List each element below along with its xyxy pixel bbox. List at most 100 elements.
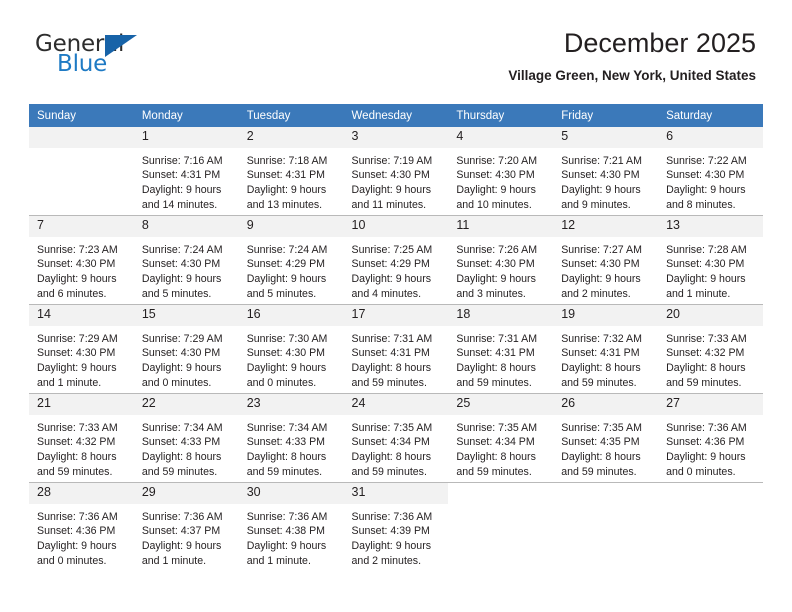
calendar-cell-day[interactable]: 17 Sunrise: 7:31 AM Sunset: 4:31 PM Dayligh… <box>343 304 449 394</box>
calendar-cell-day[interactable]: 10 Sunrise: 7:25 AM Sunset: 4:29 PM Dayligh… <box>343 215 449 305</box>
sunrise-text: Sunrise: 7:16 AM <box>141 154 223 167</box>
day-number: 11 <box>448 216 554 237</box>
daylight-text-line2: and 2 minutes. <box>561 287 631 300</box>
sunrise-text: Sunrise: 7:19 AM <box>351 154 433 167</box>
daylight-text-line2: and 2 minutes. <box>351 554 422 567</box>
sunrise-text: Sunrise: 7:32 AM <box>561 332 642 345</box>
calendar-cell-day[interactable]: 18 Sunrise: 7:31 AM Sunset: 4:31 PM Dayligh… <box>448 304 554 394</box>
sun-info: Sunrise: 7:20 AM Sunset: 4:30 PM Daylight:… <box>448 148 553 212</box>
calendar-cell-day[interactable]: 11 Sunrise: 7:26 AM Sunset: 4:30 PM Dayligh… <box>448 215 554 305</box>
daylight-text-line2: and 6 minutes. <box>37 287 107 300</box>
daylight-text-line1: Daylight: 9 hours <box>141 361 222 374</box>
sun-info: Sunrise: 7:29 AM Sunset: 4:30 PM Daylight:… <box>29 326 134 390</box>
sun-info: Sunrise: 7:33 AM Sunset: 4:32 PM Daylight:… <box>29 415 134 479</box>
calendar-cell-day[interactable]: 25 Sunrise: 7:35 AM Sunset: 4:34 PM Dayligh… <box>448 393 554 483</box>
sunrise-text: Sunrise: 7:31 AM <box>351 332 433 345</box>
calendar-cell-day[interactable]: 13 Sunrise: 7:28 AM Sunset: 4:30 PM Dayligh… <box>658 215 763 305</box>
calendar-cell-day[interactable]: 21 Sunrise: 7:33 AM Sunset: 4:32 PM Dayligh… <box>29 393 134 483</box>
sunrise-text: Sunrise: 7:26 AM <box>456 243 538 256</box>
sunset-text: Sunset: 4:37 PM <box>141 525 221 538</box>
calendar-cell-day[interactable]: 19 Sunrise: 7:32 AM Sunset: 4:31 PM Dayligh… <box>553 304 659 394</box>
daylight-text-line1: Daylight: 9 hours <box>456 272 536 285</box>
daylight-text-line1: Daylight: 9 hours <box>37 361 117 374</box>
calendar-cell-day[interactable]: 6 Sunrise: 7:22 AM Sunset: 4:30 PM Daylight… <box>658 127 763 216</box>
sunset-text: Sunset: 4:30 PM <box>666 169 745 182</box>
sunrise-text: Sunrise: 7:29 AM <box>37 332 118 345</box>
daylight-text-line1: Daylight: 8 hours <box>246 450 327 463</box>
daylight-text-line1: Daylight: 8 hours <box>561 361 641 374</box>
weekday-header-friday: Friday <box>553 104 659 127</box>
sunrise-text: Sunrise: 7:36 AM <box>666 421 747 434</box>
calendar-cell-day[interactable]: 23 Sunrise: 7:34 AM Sunset: 4:33 PM Dayligh… <box>238 393 344 483</box>
calendar-cell-day[interactable]: 7 Sunrise: 7:23 AM Sunset: 4:30 PM Daylight… <box>29 215 134 305</box>
sunrise-text: Sunrise: 7:33 AM <box>666 332 747 345</box>
calendar-cell-day[interactable]: 5 Sunrise: 7:21 AM Sunset: 4:30 PM Daylight… <box>553 127 659 216</box>
daylight-text-line2: and 59 minutes. <box>456 376 532 389</box>
sunset-text: Sunset: 4:30 PM <box>246 347 326 360</box>
daylight-text-line1: Daylight: 9 hours <box>351 272 432 285</box>
calendar-cell-day[interactable]: 22 Sunrise: 7:34 AM Sunset: 4:33 PM Dayligh… <box>133 393 239 483</box>
calendar-cell-day[interactable]: 9 Sunrise: 7:24 AM Sunset: 4:29 PM Daylight… <box>238 215 344 305</box>
calendar-cell-day[interactable]: 28 Sunrise: 7:36 AM Sunset: 4:36 PM Dayligh… <box>29 482 134 571</box>
daylight-text-line1: Daylight: 9 hours <box>246 183 327 196</box>
sunset-text: Sunset: 4:34 PM <box>456 436 535 449</box>
sunset-text: Sunset: 4:38 PM <box>246 525 326 538</box>
calendar-cell-day[interactable]: 15 Sunrise: 7:29 AM Sunset: 4:30 PM Dayligh… <box>133 304 239 394</box>
daylight-text-line1: Daylight: 9 hours <box>246 361 327 374</box>
sunset-text: Sunset: 4:29 PM <box>351 258 430 271</box>
calendar-cell-day[interactable]: 27 Sunrise: 7:36 AM Sunset: 4:36 PM Dayligh… <box>658 393 763 483</box>
weekday-header-sunday: Sunday <box>29 104 134 127</box>
calendar-cell-day[interactable]: 1 Sunrise: 7:16 AM Sunset: 4:31 PM Daylight… <box>133 127 239 216</box>
sunset-text: Sunset: 4:31 PM <box>351 347 430 360</box>
day-number: 9 <box>238 216 344 237</box>
calendar-cell-day[interactable]: 8 Sunrise: 7:24 AM Sunset: 4:30 PM Daylight… <box>133 215 239 305</box>
calendar-cell-day[interactable]: 24 Sunrise: 7:35 AM Sunset: 4:34 PM Dayligh… <box>343 393 449 483</box>
calendar-cell-day[interactable]: 16 Sunrise: 7:30 AM Sunset: 4:30 PM Dayligh… <box>238 304 344 394</box>
calendar-cell-day[interactable]: 2 Sunrise: 7:18 AM Sunset: 4:31 PM Daylight… <box>238 127 344 216</box>
calendar-week-row: 14 Sunrise: 7:29 AM Sunset: 4:30 PM Dayligh… <box>29 304 763 394</box>
sunset-text: Sunset: 4:31 PM <box>141 169 221 182</box>
sunset-text: Sunset: 4:30 PM <box>351 169 430 182</box>
sun-info: Sunrise: 7:22 AM Sunset: 4:30 PM Daylight:… <box>658 148 763 212</box>
day-number: 13 <box>658 216 763 237</box>
sunset-text: Sunset: 4:29 PM <box>246 258 326 271</box>
calendar-cell-day[interactable]: 20 Sunrise: 7:33 AM Sunset: 4:32 PM Dayligh… <box>658 304 763 394</box>
day-number <box>29 127 134 148</box>
day-number: 21 <box>29 394 134 415</box>
sun-info: Sunrise: 7:34 AM Sunset: 4:33 PM Daylight:… <box>134 415 239 479</box>
generalblue-logo[interactable]: General Blue <box>35 33 215 83</box>
daylight-text-line2: and 3 minutes. <box>456 287 526 300</box>
sun-info: Sunrise: 7:26 AM Sunset: 4:30 PM Daylight:… <box>448 237 553 301</box>
sun-info: Sunrise: 7:30 AM Sunset: 4:30 PM Daylight:… <box>239 326 344 390</box>
daylight-text-line2: and 1 minute. <box>37 376 102 389</box>
logo-text-blue: Blue <box>57 51 108 77</box>
calendar-cell-day[interactable]: 3 Sunrise: 7:19 AM Sunset: 4:30 PM Daylight… <box>343 127 449 216</box>
sunrise-text: Sunrise: 7:31 AM <box>456 332 538 345</box>
calendar-week-row: 7 Sunrise: 7:23 AM Sunset: 4:30 PM Daylight… <box>29 215 763 305</box>
calendar-cell-day[interactable]: 4 Sunrise: 7:20 AM Sunset: 4:30 PM Daylight… <box>448 127 554 216</box>
calendar-cell-day[interactable]: 26 Sunrise: 7:35 AM Sunset: 4:35 PM Dayligh… <box>553 393 659 483</box>
daylight-text-line1: Daylight: 9 hours <box>351 539 432 552</box>
sunrise-text: Sunrise: 7:36 AM <box>246 510 328 523</box>
sun-info: Sunrise: 7:36 AM Sunset: 4:36 PM Daylight:… <box>658 415 763 479</box>
weekday-header-monday: Monday <box>133 104 239 127</box>
triangle-icon <box>105 35 137 57</box>
sun-info: Sunrise: 7:25 AM Sunset: 4:29 PM Daylight:… <box>344 237 449 301</box>
daylight-text-line2: and 59 minutes. <box>351 376 427 389</box>
sunset-text: Sunset: 4:33 PM <box>141 436 221 449</box>
sunset-text: Sunset: 4:33 PM <box>246 436 326 449</box>
day-number: 10 <box>343 216 449 237</box>
sunrise-text: Sunrise: 7:34 AM <box>141 421 223 434</box>
day-number: 23 <box>238 394 344 415</box>
weekday-header-wednesday: Wednesday <box>343 104 449 127</box>
calendar-week-row: 1 Sunrise: 7:16 AM Sunset: 4:31 PM Daylight… <box>29 127 763 216</box>
calendar-cell-day[interactable]: 31 Sunrise: 7:36 AM Sunset: 4:39 PM Dayligh… <box>343 482 449 571</box>
calendar-cell-day[interactable]: 29 Sunrise: 7:36 AM Sunset: 4:37 PM Dayligh… <box>133 482 239 571</box>
calendar-cell-day[interactable]: 12 Sunrise: 7:27 AM Sunset: 4:30 PM Dayligh… <box>553 215 659 305</box>
calendar-cell-day[interactable]: 14 Sunrise: 7:29 AM Sunset: 4:30 PM Dayligh… <box>29 304 134 394</box>
daylight-text-line1: Daylight: 9 hours <box>561 272 641 285</box>
daylight-text-line1: Daylight: 9 hours <box>141 539 222 552</box>
calendar-cell-day[interactable]: 30 Sunrise: 7:36 AM Sunset: 4:38 PM Dayligh… <box>238 482 344 571</box>
daylight-text-line1: Daylight: 9 hours <box>37 539 117 552</box>
daylight-text-line2: and 59 minutes. <box>666 376 742 389</box>
